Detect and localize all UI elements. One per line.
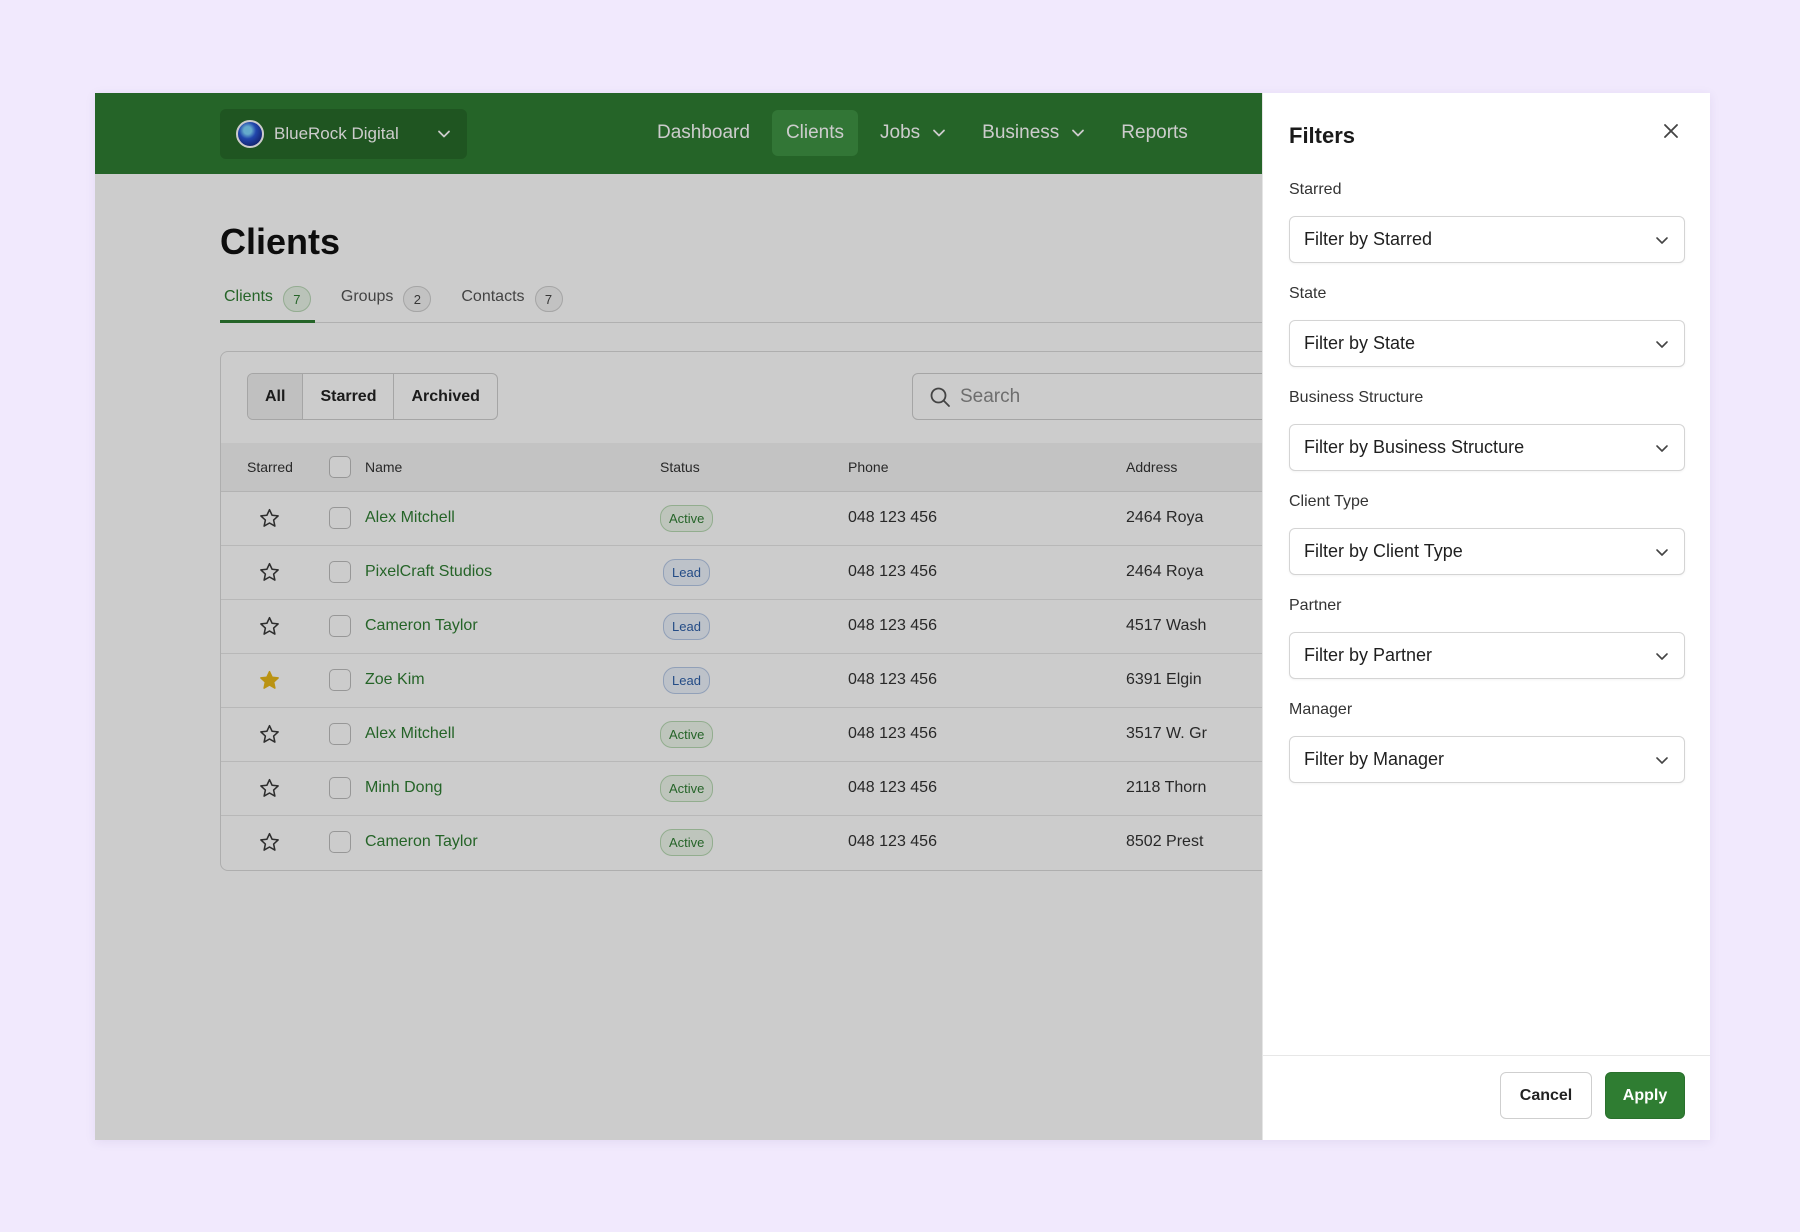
chevron-down-icon (1656, 340, 1668, 348)
filter-partner-select[interactable]: Filter by Partner (1289, 632, 1685, 679)
filter-label: Business Structure (1289, 389, 1424, 406)
filter-business-structure: Business Structure Filter by Business St… (1289, 389, 1685, 471)
filter-client-type-select[interactable]: Filter by Client Type (1289, 528, 1685, 575)
chevron-down-icon (1656, 756, 1668, 764)
chevron-down-icon (1656, 236, 1668, 244)
filters-title: Filters (1289, 123, 1356, 148)
apply-button[interactable]: Apply (1605, 1072, 1685, 1119)
chevron-down-icon (1656, 652, 1668, 660)
filter-label: Manager (1289, 701, 1353, 718)
select-placeholder: Filter by Business Structure (1304, 437, 1525, 457)
filter-client-type: Client Type Filter by Client Type (1289, 493, 1685, 575)
chevron-down-icon (1656, 548, 1668, 556)
clients-page: BlueRock Digital Dashboard Clients Jobs … (95, 93, 1280, 1140)
filter-label: Partner (1289, 597, 1342, 614)
filter-state: State Filter by State (1289, 285, 1685, 367)
modal-backdrop[interactable] (95, 93, 1262, 1140)
filter-manager-select[interactable]: Filter by Manager (1289, 736, 1685, 783)
filter-label: Starred (1289, 181, 1342, 198)
select-placeholder: Filter by State (1304, 333, 1416, 353)
select-placeholder: Filter by Manager (1304, 749, 1445, 769)
filter-partner: Partner Filter by Partner (1289, 597, 1685, 679)
filter-state-select[interactable]: Filter by State (1289, 320, 1685, 367)
filter-label: State (1289, 285, 1327, 302)
filters-footer: Cancel Apply (1263, 1055, 1710, 1140)
select-placeholder: Filter by Partner (1304, 645, 1433, 665)
cancel-button[interactable]: Cancel (1500, 1072, 1592, 1119)
filter-label: Client Type (1289, 493, 1369, 510)
chevron-down-icon (1656, 444, 1668, 452)
filter-business-structure-select[interactable]: Filter by Business Structure (1289, 424, 1685, 471)
filters-panel: Filters Starred Filter by Starred State … (1262, 93, 1710, 1140)
filter-starred-select[interactable]: Filter by Starred (1289, 216, 1685, 263)
close-icon[interactable] (1659, 119, 1683, 143)
filter-starred: Starred Filter by Starred (1289, 181, 1685, 263)
select-placeholder: Filter by Client Type (1304, 541, 1463, 561)
filter-manager: Manager Filter by Manager (1289, 701, 1685, 783)
select-placeholder: Filter by Starred (1304, 229, 1433, 249)
app-window: BlueRock Digital Dashboard Clients Jobs … (95, 93, 1710, 1140)
